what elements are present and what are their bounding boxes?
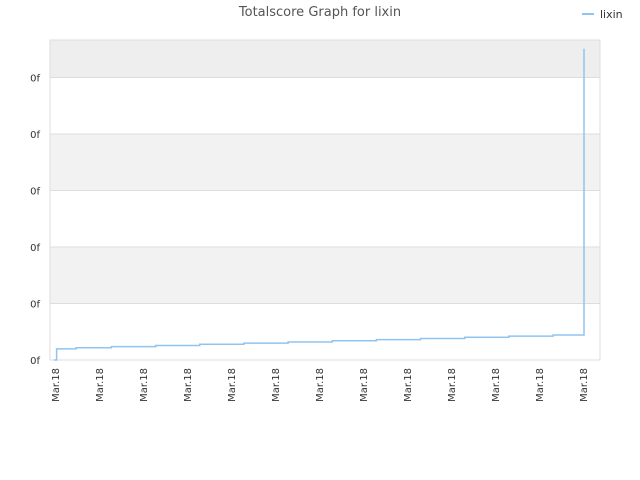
legend[interactable]: lixin xyxy=(582,8,623,21)
plot-band xyxy=(50,40,600,78)
x-tick-label: Mar.18 xyxy=(403,368,414,402)
x-tick-label: Mar.18 xyxy=(227,368,238,402)
x-tick-label: Mar.18 xyxy=(51,368,62,402)
chart-title: Totalscore Graph for lixin xyxy=(238,5,401,20)
x-tick-label: Mar.18 xyxy=(491,368,502,402)
x-tick-label: Mar.18 xyxy=(315,368,326,402)
y-tick-label: 0f xyxy=(30,187,40,198)
y-tick-label: 0f xyxy=(30,243,40,254)
x-tick-label: Mar.18 xyxy=(271,368,282,402)
plot-band xyxy=(50,77,600,134)
x-tick-label: Mar.18 xyxy=(183,368,194,402)
y-tick-label: 0f xyxy=(30,74,40,85)
x-tick-label: Mar.18 xyxy=(359,368,370,402)
x-tick-label: Mar.18 xyxy=(535,368,546,402)
x-tick-label: Mar.18 xyxy=(139,368,150,402)
plot-band xyxy=(50,190,600,247)
x-axis-ticks: Mar.18 Mar.18 Mar.18 Mar.18 Mar.18 Mar.18 Mar.… xyxy=(51,368,590,402)
plot-band xyxy=(50,134,600,191)
x-tick-label: Mar.18 xyxy=(447,368,458,402)
y-tick-label: 0f xyxy=(30,300,40,311)
legend-label-lixin: lixin xyxy=(600,8,623,21)
plot-band xyxy=(50,303,600,360)
x-tick-label: Mar.18 xyxy=(95,368,106,402)
plot-bands xyxy=(50,40,600,360)
chart: Totalscore Graph for lixin lixin 0f0f0f0… xyxy=(30,5,623,402)
y-tick-label: 0f xyxy=(30,356,40,367)
x-tick-label: Mar.18 xyxy=(579,368,590,402)
y-tick-label: 0f xyxy=(30,130,40,141)
y-axis-ticks: 0f 0f 0f 0f 0f 0f xyxy=(30,74,40,368)
plot-band xyxy=(50,247,600,304)
